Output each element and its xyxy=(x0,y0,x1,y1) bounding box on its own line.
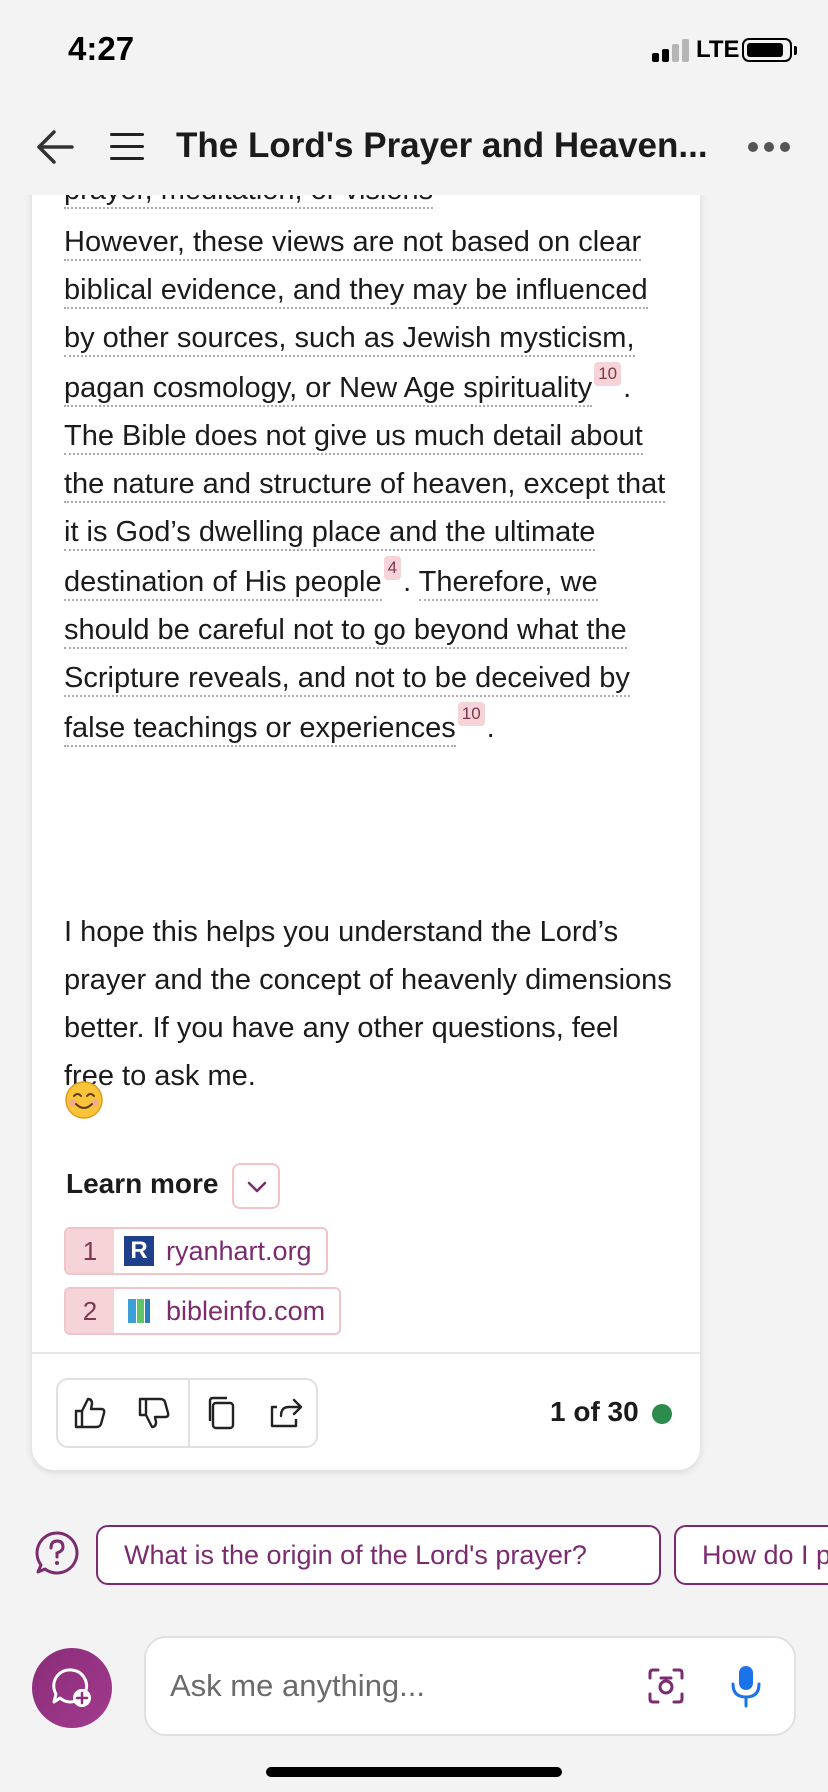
status-dot xyxy=(652,1404,672,1424)
network-type: LTE xyxy=(696,36,740,63)
suggestion-chip[interactable]: What is the origin of the Lord's prayer? xyxy=(96,1525,661,1585)
home-indicator xyxy=(266,1767,562,1777)
battery-icon xyxy=(742,38,792,62)
thumbs-up-icon[interactable] xyxy=(58,1380,122,1446)
source-label: ryanhart.org xyxy=(166,1235,312,1266)
assistant-message-card: prayer, meditation, or visions However, … xyxy=(32,140,700,1470)
citation-badge[interactable]: 10 xyxy=(457,702,485,726)
back-arrow-icon[interactable] xyxy=(34,126,76,168)
ryanhart-favicon-icon: R xyxy=(124,1236,154,1266)
response-sentence[interactable]: However, these views are not based on cl… xyxy=(64,226,648,407)
source-number: 1 xyxy=(66,1229,114,1273)
citation-badge[interactable]: 4 xyxy=(383,556,402,580)
chat-input-placeholder: Ask me anything... xyxy=(170,1668,426,1703)
turn-counter: 1 of 30 xyxy=(550,1396,639,1427)
share-icon[interactable] xyxy=(254,1380,318,1446)
source-link[interactable]: 1 R ryanhart.org xyxy=(64,1227,328,1275)
source-number: 2 xyxy=(66,1289,114,1333)
new-chat-icon xyxy=(52,1668,91,1707)
chevron-down-icon xyxy=(247,1181,267,1193)
smiling-face-emoji-icon xyxy=(64,1080,104,1120)
status-bar: 4:27 LTE xyxy=(0,0,828,100)
copy-icon[interactable] xyxy=(190,1380,254,1446)
chat-header: The Lord's Prayer and Heaven... xyxy=(0,100,828,195)
citation-badge[interactable]: 10 xyxy=(594,362,622,386)
thumbs-down-icon[interactable] xyxy=(122,1380,186,1446)
status-time: 4:27 xyxy=(68,30,135,67)
conversation-title: The Lord's Prayer and Heaven... xyxy=(176,126,708,165)
more-options-icon[interactable] xyxy=(748,142,792,154)
visual-search-icon[interactable] xyxy=(646,1666,686,1706)
suggestion-chip[interactable]: How do I p xyxy=(674,1525,828,1585)
bibleinfo-favicon-icon xyxy=(124,1296,154,1326)
new-topic-button[interactable] xyxy=(32,1648,112,1728)
cellular-signal-icon xyxy=(652,38,692,62)
hamburger-menu-icon[interactable] xyxy=(108,130,146,164)
chat-input[interactable]: Ask me anything... xyxy=(144,1636,796,1736)
source-label: bibleinfo.com xyxy=(166,1295,326,1326)
response-paragraph: However, these views are not based on cl… xyxy=(64,218,676,752)
learn-more-expand-button[interactable] xyxy=(232,1163,280,1209)
closing-paragraph: I hope this helps you understand the Lor… xyxy=(64,916,672,1092)
question-chat-icon[interactable] xyxy=(34,1530,80,1576)
card-divider xyxy=(32,1352,700,1354)
microphone-icon[interactable] xyxy=(728,1662,764,1710)
battery-tip xyxy=(794,46,797,55)
message-actions xyxy=(56,1378,318,1448)
learn-more-label: Learn more xyxy=(66,1168,219,1199)
source-link[interactable]: 2 bibleinfo.com xyxy=(64,1287,342,1335)
